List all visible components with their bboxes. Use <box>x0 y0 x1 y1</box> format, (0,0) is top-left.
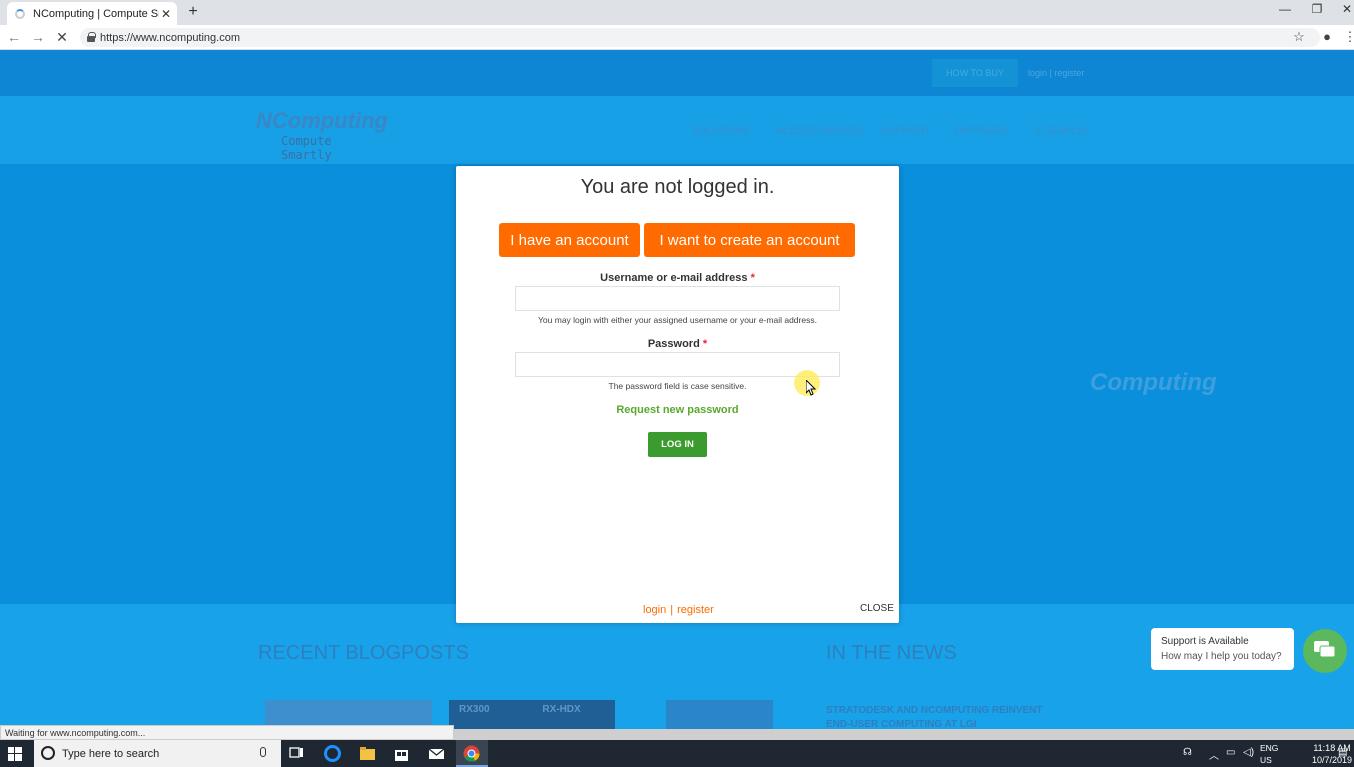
username-label-text: Username or e-mail address <box>600 272 748 284</box>
recent-blogposts-title: RECENT BLOGPOSTS <box>258 642 469 664</box>
chat-subtitle: How may I help you today? <box>1161 651 1282 662</box>
address-bar-row: ← → ✕ https://www.ncomputing.com ☆ ● ⋮ <box>0 25 1354 50</box>
nav-support[interactable]: SUPPORT <box>882 126 930 137</box>
footer-register-link[interactable]: register <box>677 604 714 616</box>
footer-login-link[interactable]: login <box>643 604 666 616</box>
browser-tab[interactable]: NComputing | Compute Smartly ✕ <box>7 2 177 25</box>
back-arrow-icon[interactable]: ← <box>6 29 22 45</box>
window-close-icon[interactable]: ✕ <box>1332 2 1354 16</box>
username-label: Username or e-mail address * <box>456 272 899 284</box>
username-input[interactable] <box>515 286 840 311</box>
nav-partners[interactable]: PARTNERS <box>955 126 1009 137</box>
notification-icon[interactable]: ▤ <box>1338 747 1347 758</box>
cortana-icon <box>41 746 55 760</box>
chat-button[interactable] <box>1303 629 1347 673</box>
how-to-buy-button[interactable]: HOW TO BUY <box>932 59 1018 87</box>
loading-spinner-icon <box>15 8 25 19</box>
required-mark: * <box>750 272 755 284</box>
nav-search[interactable]: ⚲ SEARCH <box>1034 126 1086 137</box>
login-modal: You are not logged in. I have an account… <box>456 166 899 623</box>
thumb-label: RX-HDX <box>542 704 581 715</box>
menu-dots-icon[interactable]: ⋮ <box>1342 29 1354 45</box>
lang-top: ENG <box>1260 743 1279 753</box>
nav-access-devices[interactable]: ACCESS DEVICES <box>776 126 864 137</box>
microphone-icon[interactable] <box>260 747 266 757</box>
url-field[interactable]: https://www.ncomputing.com <box>80 28 1320 47</box>
taskbar-search-box[interactable]: Type here to search <box>34 740 281 767</box>
log-in-button[interactable]: LOG IN <box>648 432 707 457</box>
modal-footer-links: login | register <box>643 604 714 616</box>
browser-status-bar: Waiting for www.ncomputing.com... <box>0 725 454 740</box>
request-new-password-link[interactable]: Request new password <box>456 404 899 416</box>
site-logo[interactable]: NComputing Compute Smartly <box>256 108 388 162</box>
password-input[interactable] <box>515 352 840 377</box>
taskbar: Type here to search ☊ ︿ ▭ ◁) ENG US 11:1… <box>0 740 1354 767</box>
url-text: https://www.ncomputing.com <box>100 31 241 44</box>
bookmark-star-icon[interactable]: ☆ <box>1291 29 1307 45</box>
modal-title: You are not logged in. <box>580 176 775 198</box>
required-mark: * <box>702 338 708 350</box>
modal-close-button[interactable]: CLOSE <box>860 603 894 614</box>
thumb-label: RX300 <box>459 704 490 715</box>
restore-icon[interactable]: ❐ <box>1302 2 1332 16</box>
chat-bubble[interactable]: Support is Available How may I help you … <box>1151 628 1294 670</box>
network-icon[interactable]: ▭ <box>1226 747 1235 758</box>
nav-search-label: SEARCH <box>1044 126 1086 137</box>
tab-title: NComputing | Compute Smartly <box>33 7 159 20</box>
news-item-link[interactable]: STRATODESK AND NCOMPUTING REINVENT END-U… <box>826 704 1066 730</box>
password-label-text: Password <box>647 338 700 350</box>
forward-arrow-icon[interactable]: → <box>30 29 46 45</box>
file-explorer-icon[interactable] <box>359 745 376 762</box>
password-help: The password field is case sensitive. <box>608 381 747 391</box>
language-indicator[interactable]: ENG US <box>1260 742 1278 766</box>
taskbar-search-placeholder: Type here to search <box>62 747 160 760</box>
horizontal-scrollbar[interactable] <box>454 729 1354 740</box>
chrome-taskbar-button[interactable] <box>456 740 488 767</box>
have-account-button[interactable]: I have an account <box>499 223 640 257</box>
tray-chevron-icon[interactable]: ︿ <box>1209 747 1219 762</box>
logo-main: NComputing <box>256 108 388 133</box>
chrome-icon <box>463 745 480 762</box>
windows-start-icon[interactable] <box>8 747 22 761</box>
site-header: NComputing Compute Smartly SOLUTIONS ACC… <box>0 96 1354 164</box>
people-icon[interactable]: ☊ <box>1183 747 1192 758</box>
edge-browser-icon[interactable] <box>324 745 341 762</box>
nav-solutions[interactable]: SOLUTIONS <box>692 126 750 137</box>
hero-logo-text: Computing <box>1090 369 1217 396</box>
profile-icon[interactable]: ● <box>1319 29 1335 44</box>
chat-icon <box>1314 641 1336 658</box>
how-to-buy-label: HOW TO BUY <box>946 68 1004 78</box>
browser-tab-bar: NComputing | Compute Smartly ✕ + — ❐ ✕ <box>0 0 1354 25</box>
username-help: You may login with either your assigned … <box>538 315 817 325</box>
volume-icon[interactable]: ◁) <box>1243 747 1254 758</box>
minimize-icon[interactable]: — <box>1270 2 1300 16</box>
store-icon[interactable] <box>393 745 410 762</box>
create-account-button[interactable]: I want to create an account <box>644 223 855 257</box>
mouse-cursor-icon <box>806 380 816 396</box>
blog-thumb[interactable] <box>666 700 773 730</box>
footer-separator: | <box>670 604 674 616</box>
tab-close-icon[interactable]: ✕ <box>159 7 173 21</box>
lock-icon <box>87 32 96 42</box>
top-login-register[interactable]: login | register <box>1028 68 1084 78</box>
task-view-icon[interactable] <box>288 745 305 762</box>
in-the-news-title: IN THE NEWS <box>826 642 957 664</box>
lang-bottom: US <box>1260 755 1272 765</box>
password-label: Password * <box>456 338 899 350</box>
stop-loading-icon[interactable]: ✕ <box>54 29 70 46</box>
chat-title: Support is Available <box>1161 636 1249 647</box>
logo-sub: Compute Smartly <box>281 134 332 162</box>
top-strip: HOW TO BUY login | register <box>0 50 1354 96</box>
mail-icon[interactable] <box>428 745 445 762</box>
new-tab-button[interactable]: + <box>184 3 202 21</box>
blog-thumb[interactable]: RX300 RX-HDX <box>449 700 615 730</box>
